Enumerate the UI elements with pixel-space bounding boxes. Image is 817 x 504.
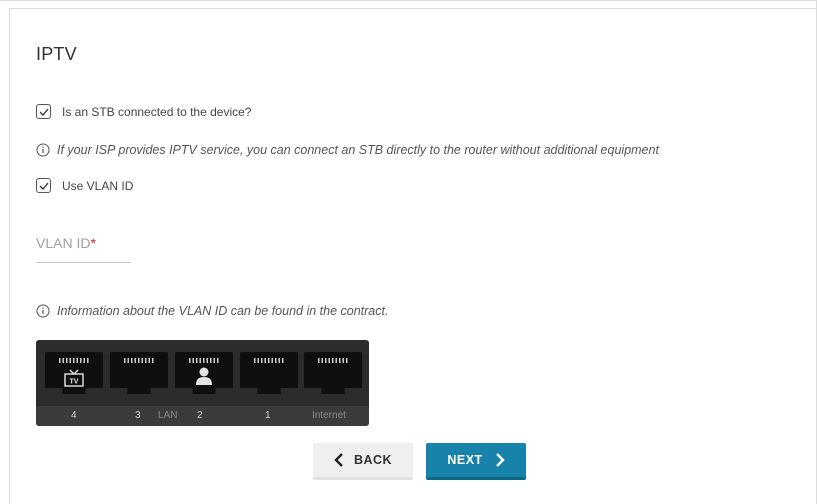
isp-info: If your ISP provides IPTV service, you c…: [36, 143, 659, 157]
port-4: TV: [45, 352, 103, 394]
back-button[interactable]: BACK: [313, 443, 413, 480]
vlan-info: Information about the VLAN ID can be fou…: [36, 304, 388, 318]
stb-option-label: Is an STB connected to the device?: [62, 104, 252, 119]
port-internet: [304, 352, 362, 394]
stb-option[interactable]: Is an STB connected to the device?: [36, 104, 251, 119]
back-button-label: BACK: [353, 453, 393, 467]
port-label-1: 1: [265, 410, 271, 421]
vlan-option[interactable]: Use VLAN ID: [36, 178, 133, 193]
chevron-right-icon: [495, 453, 505, 467]
vlan-info-text: Information about the VLAN ID can be fou…: [57, 304, 389, 318]
page-title: IPTV: [36, 44, 77, 64]
port-3: [110, 352, 168, 394]
checkmark-icon: [39, 108, 48, 116]
port-label-lan: LAN: [158, 410, 178, 421]
next-button-label: NEXT: [447, 453, 483, 467]
port-2: [175, 352, 233, 394]
vlan-id-field[interactable]: VLAN ID*: [36, 232, 135, 264]
vlan-checkbox[interactable]: [36, 178, 51, 193]
port-label-3: 3: [135, 410, 141, 421]
svg-text:TV: TV: [70, 378, 79, 385]
port-label-2: 2: [197, 410, 203, 421]
vlan-option-label: Use VLAN ID: [62, 178, 134, 193]
content-top-border: [9, 8, 816, 9]
port-label-4: 4: [71, 410, 77, 421]
user-icon: [196, 367, 212, 385]
next-button[interactable]: NEXT: [426, 443, 526, 480]
tv-icon: TV: [64, 369, 84, 387]
content-left-border: [9, 8, 10, 504]
vlan-id-input[interactable]: [36, 232, 135, 264]
isp-info-text: If your ISP provides IPTV service, you c…: [57, 143, 659, 157]
stb-checkbox[interactable]: [36, 104, 51, 119]
port-1: [240, 352, 298, 394]
info-icon: [36, 304, 50, 318]
checkmark-icon: [39, 182, 48, 190]
port-label-internet: Internet: [312, 410, 346, 421]
router-port-panel: TV 4 3 LAN 2 1 Internet: [36, 340, 369, 426]
chevron-left-icon: [334, 453, 343, 467]
info-icon: [36, 143, 50, 157]
